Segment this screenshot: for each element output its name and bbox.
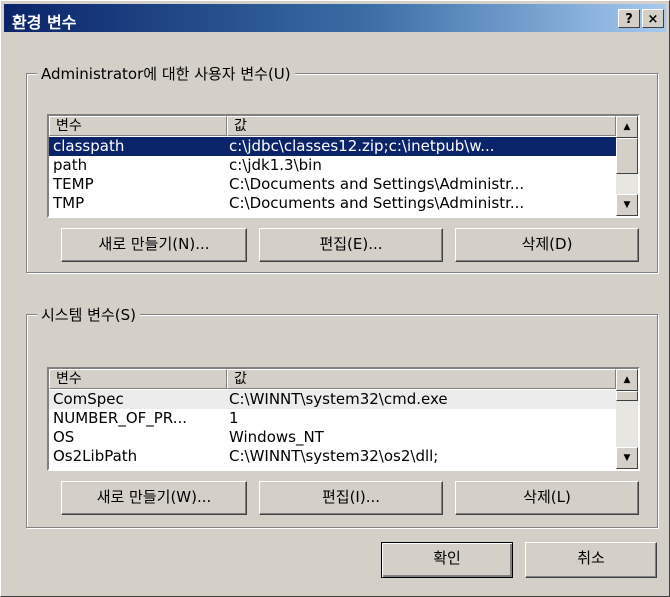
list-item-value: 1 (229, 409, 239, 427)
list-item-value: c:\jdbc\classes12.zip;c:\inetpub\w... (229, 137, 495, 155)
user-variables-list[interactable]: 변수 값 classpath c:\jdbc\classes12.zip;c:\… (47, 114, 640, 218)
ok-button[interactable]: 확인 (381, 542, 513, 578)
list-item-name: TMP (53, 194, 85, 212)
user-variables-group-title: Administrator에 대한 사용자 변수(U) (37, 63, 295, 84)
scroll-down-icon[interactable]: ▼ (616, 194, 638, 216)
list-item-value: C:\WINNT\system32\os2\dll; (229, 447, 439, 465)
list-item-value: C:\WINNT\system32\cmd.exe (229, 390, 448, 408)
user-edit-button[interactable]: 편집(E)... (259, 228, 443, 262)
user-column-header-name[interactable]: 변수 (49, 116, 227, 136)
user-delete-button[interactable]: 삭제(D) (455, 228, 639, 262)
list-item-name: path (53, 156, 88, 174)
user-variables-group: Administrator에 대한 사용자 변수(U) 변수 값 classpa… (26, 63, 658, 273)
system-variables-list[interactable]: 변수 값 ComSpec C:\WINNT\system32\cmd.exe N… (47, 367, 640, 471)
list-item[interactable]: Os2LibPath C:\WINNT\system32\os2\dll; (49, 447, 616, 466)
list-item-name: ComSpec (53, 390, 124, 408)
list-item[interactable]: OS Windows_NT (49, 428, 616, 447)
list-item-name: TEMP (53, 175, 94, 193)
scroll-up-icon[interactable]: ▲ (616, 116, 638, 138)
system-new-button[interactable]: 새로 만들기(W)... (61, 481, 247, 515)
list-item[interactable]: classpath c:\jdbc\classes12.zip;c:\inetp… (49, 137, 616, 156)
list-item-name: OS (53, 428, 75, 446)
user-new-button[interactable]: 새로 만들기(N)... (61, 228, 247, 262)
system-column-header-name[interactable]: 변수 (49, 369, 227, 389)
list-item-value: c:\jdk1.3\bin (229, 156, 322, 174)
user-list-scrollbar[interactable]: ▲ ▼ (616, 116, 638, 216)
system-variables-group-title: 시스템 변수(S) (37, 304, 140, 325)
list-item[interactable]: TMP C:\Documents and Settings\Administr.… (49, 194, 616, 213)
window-title: 환경 변수 (12, 13, 77, 32)
system-delete-button[interactable]: 삭제(L) (455, 481, 639, 515)
list-item[interactable]: TEMP C:\Documents and Settings\Administr… (49, 175, 616, 194)
list-item[interactable]: ComSpec C:\WINNT\system32\cmd.exe (49, 390, 616, 409)
system-column-header-value[interactable]: 값 (227, 369, 616, 389)
list-item-value: C:\Documents and Settings\Administr... (229, 175, 525, 193)
list-item-value: C:\Documents and Settings\Administr... (229, 194, 525, 212)
scroll-up-icon[interactable]: ▲ (616, 369, 638, 391)
list-item[interactable]: NUMBER_OF_PR... 1 (49, 409, 616, 428)
list-item-value: Windows_NT (229, 428, 324, 446)
system-edit-button[interactable]: 편집(I)... (259, 481, 443, 515)
scroll-thumb[interactable] (616, 138, 638, 174)
scroll-thumb[interactable] (616, 391, 638, 401)
system-variables-group: 시스템 변수(S) 변수 값 ComSpec C:\WINNT\system32… (26, 304, 658, 528)
close-button[interactable]: × (642, 9, 664, 28)
list-item[interactable]: path c:\jdk1.3\bin (49, 156, 616, 175)
environment-variables-dialog: 환경 변수 ? × Administrator에 대한 사용자 변수(U) 변수… (0, 0, 670, 597)
title-bar[interactable]: 환경 변수 ? × (4, 4, 666, 32)
list-item-name: Os2LibPath (53, 447, 138, 465)
system-list-scrollbar[interactable]: ▲ ▼ (616, 369, 638, 469)
cancel-button[interactable]: 취소 (525, 542, 657, 578)
list-item-name: NUMBER_OF_PR... (53, 409, 188, 427)
user-column-header-value[interactable]: 값 (227, 116, 616, 136)
list-item-name: classpath (53, 137, 125, 155)
help-button[interactable]: ? (618, 9, 640, 28)
scroll-down-icon[interactable]: ▼ (616, 447, 638, 469)
